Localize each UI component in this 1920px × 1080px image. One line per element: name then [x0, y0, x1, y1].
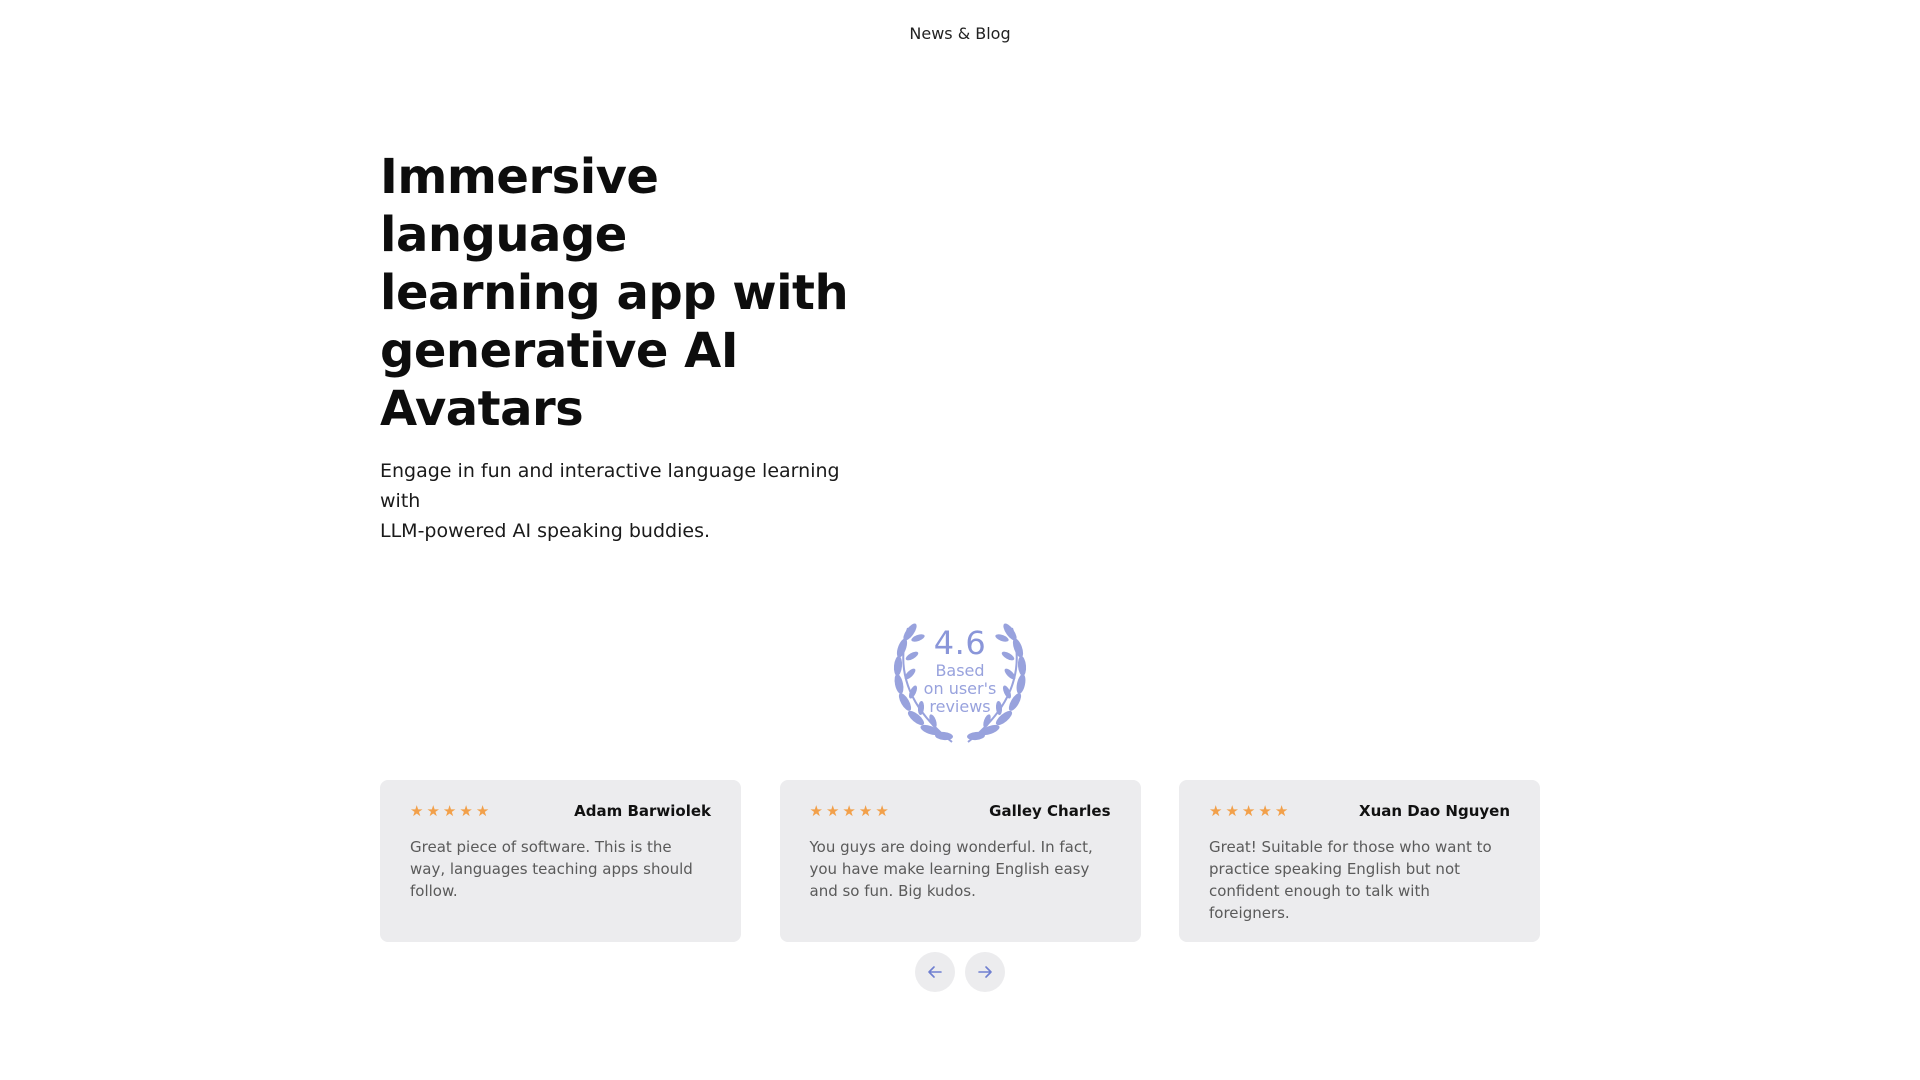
rating-caption-line: reviews — [929, 697, 991, 716]
rating-badge: 4.6 Based on user's reviews — [888, 622, 1032, 748]
reviewer-name: Xuan Dao Nguyen — [1359, 802, 1510, 820]
carousel-next-button[interactable] — [965, 952, 1005, 992]
review-text: You guys are doing wonderful. In fact, y… — [809, 838, 1093, 900]
star-icon: ★ — [875, 801, 889, 820]
rating-caption: Based on user's reviews — [888, 662, 1032, 716]
review-text: Great! Suitable for those who want to pr… — [1209, 838, 1492, 922]
hero-title-line: learning app with — [380, 265, 849, 321]
hero-subtitle-line: Engage in fun and interactive language l… — [380, 460, 840, 512]
star-rating: ★ ★ ★ ★ ★ — [410, 801, 490, 820]
rating-caption-line: Based — [935, 661, 985, 680]
carousel-pager — [915, 952, 1005, 992]
arrow-right-icon — [978, 966, 992, 978]
review-text: Great piece of software. This is the way… — [410, 838, 693, 900]
star-icon: ★ — [842, 801, 856, 820]
star-icon: ★ — [809, 801, 823, 820]
review-card: ★ ★ ★ ★ ★ Adam Barwiolek Great piece of … — [380, 780, 741, 942]
reviews-carousel: ★ ★ ★ ★ ★ Adam Barwiolek Great piece of … — [380, 780, 1540, 942]
rating-value: 4.6 — [933, 624, 987, 662]
carousel-prev-button[interactable] — [915, 952, 955, 992]
star-icon: ★ — [410, 801, 424, 820]
star-icon: ★ — [475, 801, 490, 820]
review-card: ★ ★ ★ ★ ★ Galley Charles You guys are do… — [779, 780, 1141, 942]
arrow-left-icon — [928, 966, 942, 978]
star-rating: ★ ★ ★ ★ ★ — [809, 801, 889, 820]
hero-title-line: Immersive language — [380, 149, 659, 263]
star-icon: ★ — [1258, 801, 1272, 820]
star-rating: ★ ★ ★ ★ ★ — [1209, 801, 1289, 820]
rating-caption-line: on user's — [923, 679, 997, 698]
review-card: ★ ★ ★ ★ ★ Xuan Dao Nguyen Great! Suitabl… — [1179, 780, 1540, 942]
hero-subtitle-line: LLM-powered AI speaking buddies. — [380, 520, 711, 542]
hero-title-line: generative AI Avatars — [380, 323, 739, 437]
reviewer-name: Galley Charles — [989, 802, 1111, 820]
star-icon: ★ — [1274, 801, 1289, 820]
star-icon: ★ — [1241, 801, 1256, 820]
nav-news-blog-link[interactable]: News & Blog — [0, 24, 1920, 43]
star-icon: ★ — [459, 801, 473, 820]
star-icon: ★ — [1209, 801, 1223, 820]
star-icon: ★ — [442, 801, 457, 820]
star-icon: ★ — [1225, 801, 1239, 820]
star-icon: ★ — [825, 801, 840, 820]
star-icon: ★ — [858, 801, 873, 820]
star-icon: ★ — [426, 801, 440, 820]
reviewer-name: Adam Barwiolek — [574, 802, 711, 820]
hero-title: Immersive language learning app with gen… — [380, 148, 900, 438]
hero-section: Immersive language learning app with gen… — [380, 148, 900, 546]
page: News & Blog Immersive language learning … — [0, 0, 1920, 1080]
hero-subtitle: Engage in fun and interactive language l… — [380, 456, 880, 546]
